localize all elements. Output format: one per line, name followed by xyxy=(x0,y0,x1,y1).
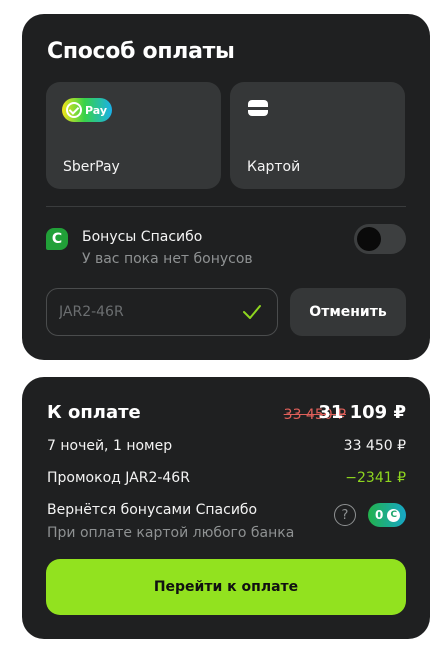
method-card-label: Картой xyxy=(247,159,301,175)
cashback-amount: 0 xyxy=(375,508,384,522)
cashback-subtitle: При оплате картой любого банка xyxy=(47,525,295,541)
promo-discount: −2341 ₽ xyxy=(345,470,406,486)
credit-card-icon xyxy=(248,100,268,116)
toggle-knob xyxy=(357,227,381,251)
payment-summary-card: К оплате 33 450 ₽ 31 109 ₽ 7 ночей, 1 но… xyxy=(22,377,430,639)
summary-title: К оплате xyxy=(47,402,141,423)
spasibo-mini-icon: C xyxy=(387,508,401,522)
cancel-promo-button[interactable]: Отменить xyxy=(290,288,406,336)
promo-code-field[interactable] xyxy=(46,288,278,336)
bonus-subtitle: У вас пока нет бонусов xyxy=(82,251,253,267)
payment-method-card: Способ оплаты Pay SberPay Картой C Бонус… xyxy=(22,14,430,360)
method-card-button[interactable]: Картой xyxy=(230,82,405,189)
spasibo-logo-icon: C xyxy=(46,228,68,250)
cashback-amount-badge: 0 C xyxy=(368,503,406,527)
help-icon[interactable]: ? xyxy=(334,504,356,526)
new-price: 31 109 ₽ xyxy=(318,402,406,423)
method-sberpay-button[interactable]: Pay SberPay xyxy=(46,82,221,189)
payment-title: Способ оплаты xyxy=(47,39,235,64)
nights-label: 7 ночей, 1 номер xyxy=(47,438,173,454)
cashback-title: Вернётся бонусами Спасибо xyxy=(47,502,258,518)
sberpay-logo-icon: Pay xyxy=(62,98,112,122)
bonus-title: Бонусы Спасибо xyxy=(82,229,203,245)
check-icon xyxy=(243,305,261,319)
proceed-to-payment-button[interactable]: Перейти к оплате xyxy=(46,559,406,615)
nights-value: 33 450 ₽ xyxy=(343,438,406,454)
bonus-toggle[interactable] xyxy=(354,224,406,254)
promo-label: Промокод JAR2-46R xyxy=(47,470,190,486)
sberpay-badge-text: Pay xyxy=(85,103,108,117)
promo-code-input[interactable] xyxy=(59,289,239,335)
divider xyxy=(46,206,406,207)
method-sberpay-label: SberPay xyxy=(63,159,120,175)
